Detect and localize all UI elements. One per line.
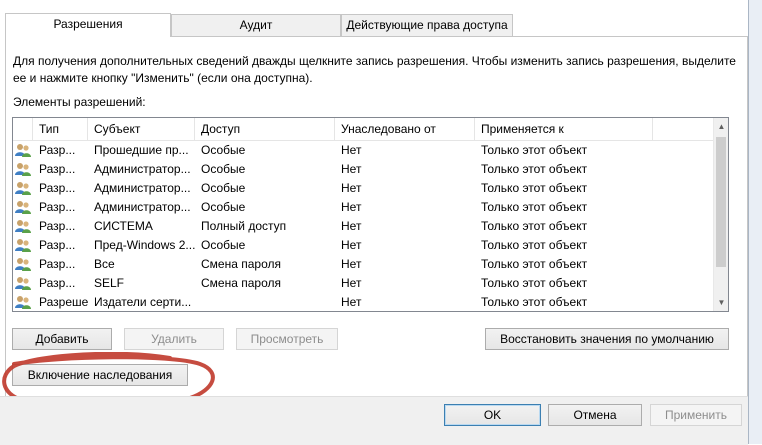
- table-cell: Нет: [341, 238, 362, 252]
- column-access[interactable]: Доступ: [195, 118, 335, 140]
- tab-audit[interactable]: Аудит: [171, 14, 341, 36]
- table-cell: Разр...: [39, 200, 76, 214]
- tab-permissions-label: Разрешения: [53, 17, 123, 31]
- table-cell: Нет: [341, 276, 362, 290]
- tab-effective-access-label: Действующие права доступа: [346, 18, 508, 32]
- table-cell: Издатели серти...: [94, 295, 192, 309]
- window-frame-edge: [748, 0, 762, 444]
- table-cell: Только этот объект: [481, 143, 588, 157]
- table-cell: Особые: [201, 143, 246, 157]
- users-group-icon: [15, 258, 31, 271]
- users-group-icon: [15, 144, 31, 157]
- table-row[interactable]: Разр... Администратор... Особые Нет Только э…: [13, 160, 713, 179]
- arrow-up-icon[interactable]: ▲: [714, 118, 728, 135]
- table-cell: Только этот объект: [481, 181, 588, 195]
- table-row[interactable]: Разр... SELF Смена пароля Нет Только этот об…: [13, 274, 713, 293]
- remove-button[interactable]: Удалить: [124, 328, 224, 350]
- table-cell: Разр...: [39, 181, 76, 195]
- table-cell: Только этот объект: [481, 162, 588, 176]
- column-principal[interactable]: Субъект: [88, 118, 195, 140]
- ok-button[interactable]: OK: [444, 404, 541, 426]
- table-cell: Особые: [201, 238, 246, 252]
- table-row[interactable]: Разр... Администратор... Особые Нет Только э…: [13, 179, 713, 198]
- table-cell: Нет: [341, 162, 362, 176]
- table-cell: Особые: [201, 162, 246, 176]
- column-icon[interactable]: [13, 118, 33, 140]
- users-group-icon: [15, 201, 31, 214]
- table-cell: Особые: [201, 181, 246, 195]
- table-cell: Администратор...: [94, 162, 191, 176]
- add-button[interactable]: Добавить: [12, 328, 112, 350]
- table-cell: Только этот объект: [481, 257, 588, 271]
- table-cell: СИСТЕМА: [94, 219, 153, 233]
- table-cell: Особые: [201, 200, 246, 214]
- table-cell: Разр...: [39, 219, 76, 233]
- table-cell: Смена пароля: [201, 257, 281, 271]
- table-cell: Разр...: [39, 238, 76, 252]
- column-applies-to[interactable]: Применяется к: [475, 118, 653, 140]
- tab-audit-label: Аудит: [239, 18, 273, 32]
- table-cell: Нет: [341, 295, 362, 309]
- table-cell: Только этот объект: [481, 200, 588, 214]
- table-row[interactable]: Разрешения Издатели серти... Нет Только это…: [13, 293, 713, 311]
- scrollbar-thumb[interactable]: [716, 137, 726, 267]
- list-rows: Разр... Прошедшие пр... Особые Нет Только эт…: [13, 141, 713, 311]
- table-cell: Разр...: [39, 143, 76, 157]
- table-cell: Все: [94, 257, 115, 271]
- users-group-icon: [15, 296, 31, 309]
- permission-entries-list[interactable]: Тип Субъект Доступ Унаследовано от Приме…: [12, 117, 729, 312]
- table-cell: Администратор...: [94, 181, 191, 195]
- table-cell: Смена пароля: [201, 276, 281, 290]
- table-row[interactable]: Разр... Пред-Windows 2... Особые Нет Только …: [13, 236, 713, 255]
- table-row[interactable]: Разр... Прошедшие пр... Особые Нет Только эт…: [13, 141, 713, 160]
- table-row[interactable]: Разр... Все Смена пароля Нет Только этот объ…: [13, 255, 713, 274]
- tab-permissions[interactable]: Разрешения: [5, 13, 171, 37]
- view-button[interactable]: Просмотреть: [236, 328, 338, 350]
- restore-defaults-button[interactable]: Восстановить значения по умолчанию: [485, 328, 729, 350]
- users-group-icon: [15, 163, 31, 176]
- column-type[interactable]: Тип: [33, 118, 88, 140]
- table-cell: Только этот объект: [481, 276, 588, 290]
- apply-button[interactable]: Применить: [650, 404, 742, 426]
- table-cell: Пред-Windows 2...: [94, 238, 195, 252]
- table-cell: Разр...: [39, 276, 76, 290]
- users-group-icon: [15, 182, 31, 195]
- table-cell: Только этот объект: [481, 295, 588, 309]
- table-cell: Нет: [341, 181, 362, 195]
- list-header: Тип Субъект Доступ Унаследовано от Приме…: [13, 118, 713, 141]
- table-cell: Разр...: [39, 257, 76, 271]
- table-cell: Нет: [341, 143, 362, 157]
- table-row[interactable]: Разр... СИСТЕМА Полный доступ Нет Только это…: [13, 217, 713, 236]
- list-scrollbar[interactable]: ▲ ▼: [713, 118, 728, 311]
- users-group-icon: [15, 277, 31, 290]
- users-group-icon: [15, 239, 31, 252]
- column-inherited-from[interactable]: Унаследовано от: [335, 118, 475, 140]
- tab-effective-access[interactable]: Действующие права доступа: [341, 14, 513, 36]
- table-cell: Прошедшие пр...: [94, 143, 189, 157]
- table-cell: SELF: [94, 276, 125, 290]
- instructions-text: Для получения дополнительных сведений дв…: [13, 54, 736, 85]
- table-cell: Разр...: [39, 162, 76, 176]
- table-row[interactable]: Разр... Администратор... Особые Нет Только э…: [13, 198, 713, 217]
- table-cell: Нет: [341, 257, 362, 271]
- table-cell: Администратор...: [94, 200, 191, 214]
- table-cell: Только этот объект: [481, 238, 588, 252]
- table-cell: [195, 293, 335, 311]
- table-cell: Разрешения: [39, 295, 88, 309]
- arrow-down-icon[interactable]: ▼: [714, 294, 728, 311]
- table-cell: Нет: [341, 219, 362, 233]
- table-cell: Только этот объект: [481, 219, 588, 233]
- users-group-icon: [15, 220, 31, 233]
- table-cell: Нет: [341, 200, 362, 214]
- cancel-button[interactable]: Отмена: [548, 404, 642, 426]
- permission-entries-label: Элементы разрешений:: [13, 95, 146, 109]
- table-cell: Полный доступ: [201, 219, 287, 233]
